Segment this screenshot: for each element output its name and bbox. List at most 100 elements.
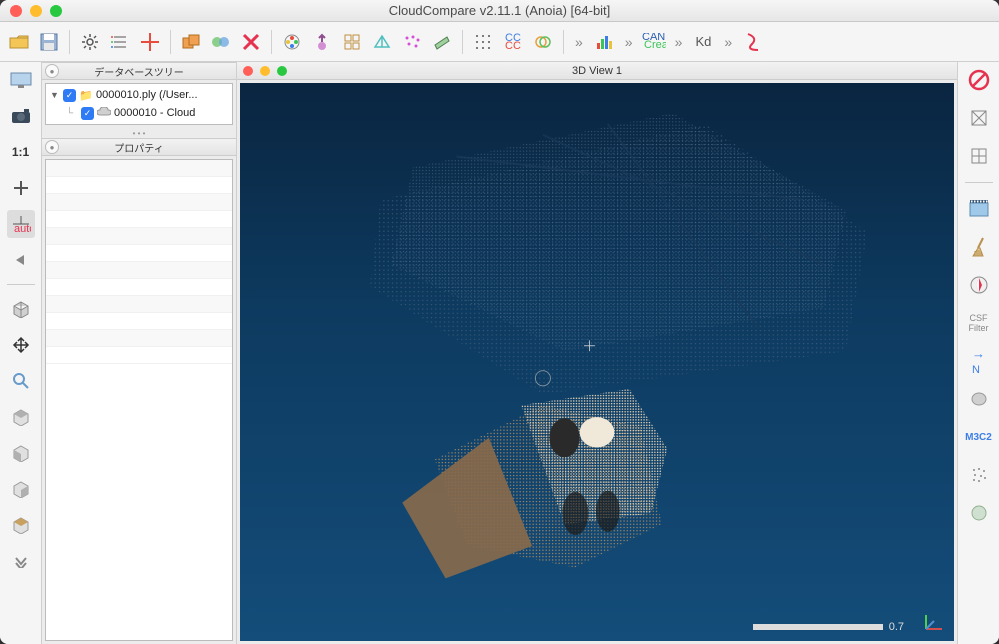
folder-icon: 📁: [79, 89, 93, 102]
properties-panel: ● プロパティ: [42, 138, 236, 644]
sphere-icon[interactable]: [965, 499, 993, 527]
toolbar-separator: [69, 30, 70, 54]
toolbar-overflow-chevron[interactable]: »: [571, 34, 587, 50]
main-toolbar: CCCC » » CANUPOCreate » Kd »: [0, 22, 999, 62]
left-toolbar: 1:1 auto: [0, 62, 42, 644]
panel-resize-grip[interactable]: • • •: [42, 128, 236, 138]
viewer-settings-button[interactable]: [77, 29, 103, 55]
hull-icon[interactable]: [965, 385, 993, 413]
property-row: [46, 177, 232, 194]
iso-view-icon[interactable]: [7, 295, 35, 323]
merge-button[interactable]: [208, 29, 234, 55]
properties-title: プロパティ: [42, 140, 236, 155]
m3c2-button[interactable]: M3C2: [965, 423, 993, 451]
checkbox-icon[interactable]: ✓: [81, 107, 94, 120]
front-view-icon[interactable]: [7, 439, 35, 467]
toolbar-separator: [462, 30, 463, 54]
side-panels: ● データベースツリー ▼ ✓ 📁 0000010.ply (/User... …: [42, 62, 237, 644]
mesh-button[interactable]: [369, 29, 395, 55]
tree-item-label: 0000010.ply (/User...: [96, 89, 198, 101]
main-area: 1:1 auto ● データベースツリー ▼: [0, 62, 999, 644]
svg-text:CC: CC: [505, 40, 521, 51]
list-toggle-button[interactable]: [107, 29, 133, 55]
cloud-icon: [97, 107, 111, 120]
svg-text:auto: auto: [14, 223, 31, 234]
3d-viewport[interactable]: 0.7: [240, 83, 954, 641]
db-tree-title: データベースツリー: [42, 64, 236, 79]
viewport-header[interactable]: 3D View 1: [237, 62, 957, 80]
color-button[interactable]: [279, 29, 305, 55]
tree-branch-icon: └: [66, 108, 78, 119]
subsample-button[interactable]: [470, 29, 496, 55]
top-view-icon[interactable]: [7, 403, 35, 431]
tree-root-row[interactable]: ▼ ✓ 📁 0000010.ply (/User...: [46, 86, 232, 104]
db-tree[interactable]: ▼ ✓ 📁 0000010.ply (/User... └ ✓ 0000010 …: [45, 83, 233, 125]
svg-text:Create: Create: [644, 39, 666, 51]
clone-button[interactable]: [178, 29, 204, 55]
right-toolbar: CSF Filter →N M3C2: [957, 62, 999, 644]
octree-button[interactable]: [339, 29, 365, 55]
point-picking-button[interactable]: [137, 29, 163, 55]
db-tree-header[interactable]: ● データベースツリー: [42, 62, 236, 80]
toolbar-separator: [271, 30, 272, 54]
toolbar-overflow-chevron[interactable]: »: [621, 34, 637, 50]
zoom-icon[interactable]: [7, 367, 35, 395]
property-row: [46, 160, 232, 177]
window-title: CloudCompare v2.11.1 (Anoia) [64-bit]: [0, 3, 999, 18]
property-row: [46, 228, 232, 245]
properties-table[interactable]: [45, 159, 233, 641]
toolbar-separator: [7, 284, 35, 285]
expand-arrow-icon[interactable]: ▼: [50, 90, 60, 100]
rotate-left-icon[interactable]: [7, 246, 35, 274]
toolbar-overflow-chevron[interactable]: »: [720, 34, 736, 50]
curve-button[interactable]: [740, 29, 766, 55]
properties-header[interactable]: ● プロパティ: [42, 138, 236, 156]
property-row: [46, 262, 232, 279]
titlebar: CloudCompare v2.11.1 (Anoia) [64-bit]: [0, 0, 999, 22]
register-button[interactable]: CCCC: [500, 29, 526, 55]
open-file-button[interactable]: [6, 29, 32, 55]
expand-down-icon[interactable]: [7, 547, 35, 575]
tree-child-row[interactable]: └ ✓ 0000010 - Cloud: [46, 104, 232, 122]
toolbar-separator: [563, 30, 564, 54]
property-row: [46, 347, 232, 364]
save-file-button[interactable]: [36, 29, 62, 55]
toolbar-overflow-chevron[interactable]: »: [671, 34, 687, 50]
toolbar-separator: [170, 30, 171, 54]
pcv-icon[interactable]: [965, 461, 993, 489]
normals-button[interactable]: [309, 29, 335, 55]
disable-icon[interactable]: [965, 66, 993, 94]
canupo-button[interactable]: CANUPOCreate: [641, 29, 667, 55]
checkbox-icon[interactable]: ✓: [63, 89, 76, 102]
app-window: CloudCompare v2.11.1 (Anoia) [64-bit] CC…: [0, 0, 999, 644]
side-view-icon[interactable]: [7, 475, 35, 503]
broom-icon[interactable]: [965, 233, 993, 261]
camera-icon[interactable]: [7, 102, 35, 130]
grid-icon[interactable]: [965, 142, 993, 170]
property-row: [46, 194, 232, 211]
property-row: [46, 279, 232, 296]
animation-icon[interactable]: [965, 195, 993, 223]
facets-icon[interactable]: [965, 104, 993, 132]
property-row: [46, 330, 232, 347]
delete-button[interactable]: [238, 29, 264, 55]
fit-plane-button[interactable]: [429, 29, 455, 55]
auto-pick-button[interactable]: auto: [7, 210, 35, 238]
viewport-title: 3D View 1: [237, 65, 957, 77]
sample-button[interactable]: [399, 29, 425, 55]
normal-vector-icon[interactable]: →N: [965, 347, 993, 375]
back-view-icon[interactable]: [7, 511, 35, 539]
plus-icon[interactable]: [7, 174, 35, 202]
kd-button[interactable]: Kd: [690, 29, 716, 55]
align-button[interactable]: [530, 29, 556, 55]
scale-value: 0.7: [889, 621, 904, 633]
histogram-button[interactable]: [591, 29, 617, 55]
compass-icon[interactable]: [965, 271, 993, 299]
one-to-one-icon[interactable]: 1:1: [7, 138, 35, 166]
csf-filter-button[interactable]: CSF Filter: [965, 309, 993, 337]
tree-item-label: 0000010 - Cloud: [114, 107, 195, 119]
viewer-icon[interactable]: [7, 66, 35, 94]
property-row: [46, 245, 232, 262]
move-icon[interactable]: [7, 331, 35, 359]
axis-indicator: [922, 609, 946, 633]
